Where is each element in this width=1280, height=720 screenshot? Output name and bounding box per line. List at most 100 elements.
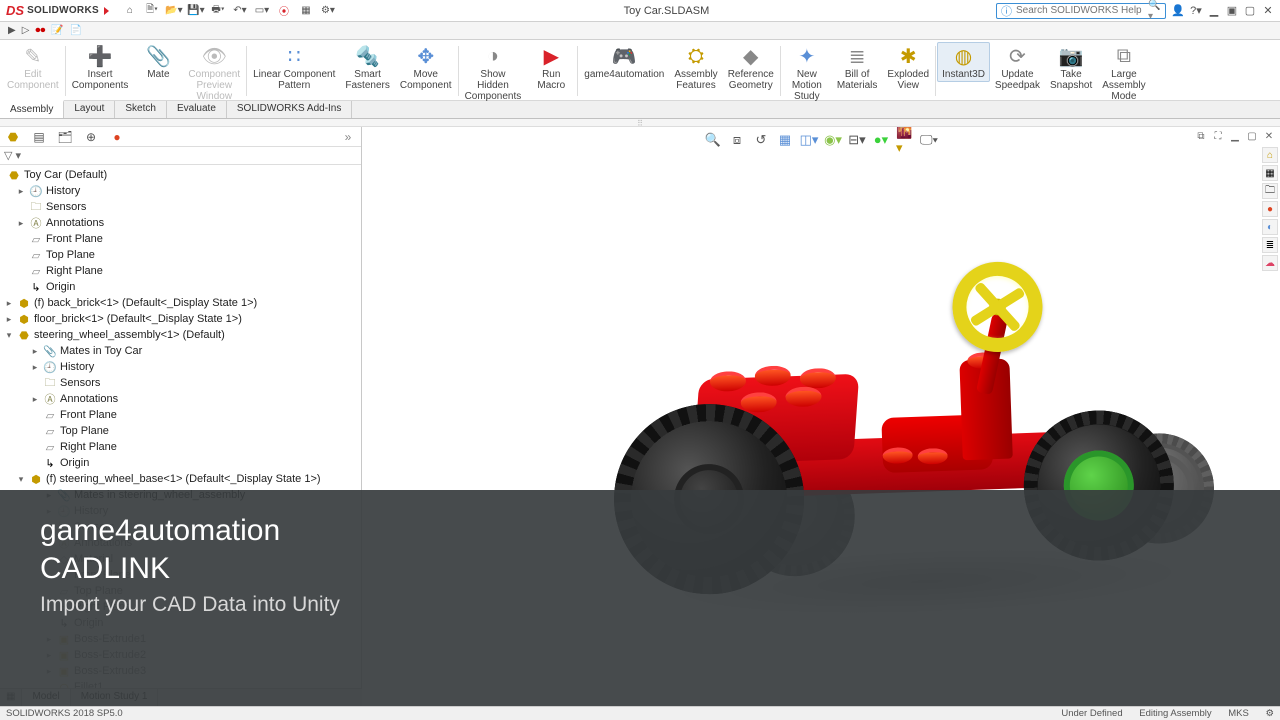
- task-view-icon[interactable]: ●: [1262, 201, 1278, 217]
- expand-icon[interactable]: ▾: [4, 330, 14, 341]
- expand-icon[interactable]: ▸: [4, 298, 14, 309]
- view-orient-icon[interactable]: ◫▾: [800, 131, 818, 149]
- tree-node[interactable]: ▾⬣steering_wheel_assembly<1> (Default): [0, 327, 361, 343]
- section-view-icon[interactable]: ▦: [776, 131, 794, 149]
- ribbon-cmd-new-motion-study[interactable]: ✦New Motion Study: [782, 42, 832, 104]
- macro-new-icon[interactable]: 📄: [70, 25, 82, 36]
- tree-node[interactable]: ▱Top Plane: [0, 247, 361, 263]
- save-icon[interactable]: 💾▾: [187, 3, 205, 19]
- tree-node[interactable]: 🗀Sensors: [0, 375, 361, 391]
- tree-node[interactable]: ▸⬢floor_brick<1> (Default<_Display State…: [0, 311, 361, 327]
- vp-close-icon[interactable]: ✕: [1262, 129, 1276, 143]
- user-icon[interactable]: 👤: [1170, 3, 1186, 19]
- vp-min-icon[interactable]: ▁: [1228, 129, 1242, 143]
- settings-gear-icon[interactable]: ⚙▾: [319, 3, 337, 19]
- task-custom-icon[interactable]: ≣: [1262, 237, 1278, 253]
- expand-icon[interactable]: ▸: [16, 186, 26, 197]
- options-icon[interactable]: ▦: [297, 3, 315, 19]
- ribbon-cmd-move-component[interactable]: ✥Move Component: [395, 42, 457, 93]
- tree-expand-icon[interactable]: »: [339, 128, 357, 146]
- task-forum-icon[interactable]: ☁: [1262, 255, 1278, 271]
- task-resources-icon[interactable]: ▦: [1262, 165, 1278, 181]
- maximize-icon[interactable]: ▢: [1242, 3, 1258, 19]
- help-search[interactable]: ⓘ 🔍▾: [996, 3, 1166, 19]
- print-icon[interactable]: 🖶▾: [209, 3, 227, 19]
- tree-tab-feature-icon[interactable]: ⬣: [4, 128, 22, 146]
- ribbon-cmd-instant3d[interactable]: ◍Instant3D: [937, 42, 990, 82]
- tree-node[interactable]: ▱Top Plane: [0, 423, 361, 439]
- search-mag-icon[interactable]: 🔍▾: [1148, 0, 1161, 22]
- ribbon-cmd-linear-component-pattern[interactable]: ∷Linear Component Pattern: [248, 42, 340, 93]
- ribbon-tab-layout[interactable]: Layout: [64, 101, 115, 118]
- ribbon-cmd-insert-components[interactable]: ➕Insert Components: [67, 42, 134, 93]
- tree-node[interactable]: ↳Origin: [0, 279, 361, 295]
- brand-arrow-icon[interactable]: [104, 7, 109, 15]
- vp-link-icon[interactable]: ⧉: [1194, 129, 1208, 143]
- zoom-fit-icon[interactable]: 🔍: [704, 131, 722, 149]
- ribbon-cmd-bill-of-materials[interactable]: ≣Bill of Materials: [832, 42, 883, 93]
- apply-scene-icon[interactable]: 🌇▾: [896, 131, 914, 149]
- tree-tab-property-icon[interactable]: ▤: [30, 128, 48, 146]
- display-style-icon[interactable]: ◉▾: [824, 131, 842, 149]
- select-icon[interactable]: ▭▾: [253, 3, 271, 19]
- vp-max-icon[interactable]: ▢: [1245, 129, 1259, 143]
- ribbon-cmd-run-macro[interactable]: ▶Run Macro: [526, 42, 576, 93]
- ribbon-cmd-exploded-view[interactable]: ✱Exploded View: [882, 42, 934, 93]
- macro-step-icon[interactable]: ▷: [22, 25, 30, 36]
- restore-icon[interactable]: ▣: [1224, 3, 1240, 19]
- ribbon-tab-sketch[interactable]: Sketch: [115, 101, 167, 118]
- tree-node[interactable]: ▸⬢(f) back_brick<1> (Default<_Display St…: [0, 295, 361, 311]
- tree-node[interactable]: ▱Front Plane: [0, 407, 361, 423]
- prev-view-icon[interactable]: ↺: [752, 131, 770, 149]
- ribbon-cmd-mate[interactable]: 📎Mate: [133, 42, 183, 82]
- help-icon[interactable]: ?▾: [1188, 3, 1204, 19]
- view-settings-icon[interactable]: 🖵▾: [920, 131, 938, 149]
- rebuild-icon[interactable]: ⦿: [275, 3, 293, 19]
- zoom-area-icon[interactable]: ⧈: [728, 131, 746, 149]
- tree-node[interactable]: ▸ⒶAnnotations: [0, 391, 361, 407]
- macro-play-icon[interactable]: ▶: [8, 25, 16, 36]
- edit-appearance-icon[interactable]: ●▾: [872, 131, 890, 149]
- ribbon-cmd-show-hidden-components[interactable]: ◑Show Hidden Components: [460, 42, 527, 104]
- ribbon-cmd-game4automation[interactable]: 🎮game4automation: [579, 42, 669, 82]
- tree-tab-dim-icon[interactable]: ⊕: [82, 128, 100, 146]
- ribbon-cmd-reference-geometry[interactable]: ◆Reference Geometry: [723, 42, 779, 93]
- tree-node[interactable]: ▱Front Plane: [0, 231, 361, 247]
- tree-node[interactable]: ▾⬢(f) steering_wheel_base<1> (Default<_D…: [0, 471, 361, 487]
- macro-edit-icon[interactable]: 📝: [51, 25, 63, 36]
- tree-filter[interactable]: ▽ ▾: [0, 147, 361, 165]
- ribbon-tab-solidworks-add-ins[interactable]: SOLIDWORKS Add-Ins: [227, 101, 352, 118]
- expand-icon[interactable]: ▸: [16, 218, 26, 229]
- ribbon-cmd-update-speedpak[interactable]: ⟳Update Speedpak: [990, 42, 1045, 93]
- ribbon-cmd-large-assembly-mode[interactable]: ⧉Large Assembly Mode: [1097, 42, 1150, 104]
- ribbon-cmd-assembly-features[interactable]: ⛭Assembly Features: [669, 42, 722, 93]
- tree-tab-appearance-icon[interactable]: ●: [108, 128, 126, 146]
- tree-tab-config-icon[interactable]: 🗂: [56, 128, 74, 146]
- open-icon[interactable]: 📂▾: [165, 3, 183, 19]
- tree-node[interactable]: ▱Right Plane: [0, 439, 361, 455]
- help-search-input[interactable]: [1016, 5, 1148, 16]
- ribbon-cmd-take-snapshot[interactable]: 📷Take Snapshot: [1045, 42, 1097, 93]
- tree-node[interactable]: ▸ⒶAnnotations: [0, 215, 361, 231]
- tree-node[interactable]: ↳Origin: [0, 455, 361, 471]
- task-appearance-icon[interactable]: ◐: [1262, 219, 1278, 235]
- expand-icon[interactable]: ▸: [30, 346, 40, 357]
- ribbon-drag-handle[interactable]: ⠿: [0, 119, 1280, 127]
- new-doc-icon[interactable]: 🗎▾: [143, 3, 161, 19]
- expand-icon[interactable]: ▾: [16, 474, 26, 485]
- expand-icon[interactable]: ▸: [30, 362, 40, 373]
- tree-node[interactable]: ▸📎Mates in Toy Car: [0, 343, 361, 359]
- ribbon-tab-assembly[interactable]: Assembly: [0, 100, 64, 118]
- status-gear-icon[interactable]: ⚙: [1265, 708, 1274, 719]
- task-home-icon[interactable]: ⌂: [1262, 147, 1278, 163]
- task-library-icon[interactable]: 🗀: [1262, 183, 1278, 199]
- expand-icon[interactable]: ▸: [4, 314, 14, 325]
- tree-node[interactable]: 🗀Sensors: [0, 199, 361, 215]
- tree-node[interactable]: ▸🕘History: [0, 183, 361, 199]
- macro-record-icon[interactable]: ⏺⏺: [35, 25, 45, 36]
- undo-icon[interactable]: ↶▾: [231, 3, 249, 19]
- minimize-icon[interactable]: ▁: [1206, 3, 1222, 19]
- expand-icon[interactable]: ▸: [30, 394, 40, 405]
- hide-show-icon[interactable]: ⊟▾: [848, 131, 866, 149]
- vp-full-icon[interactable]: ⛶: [1211, 129, 1225, 143]
